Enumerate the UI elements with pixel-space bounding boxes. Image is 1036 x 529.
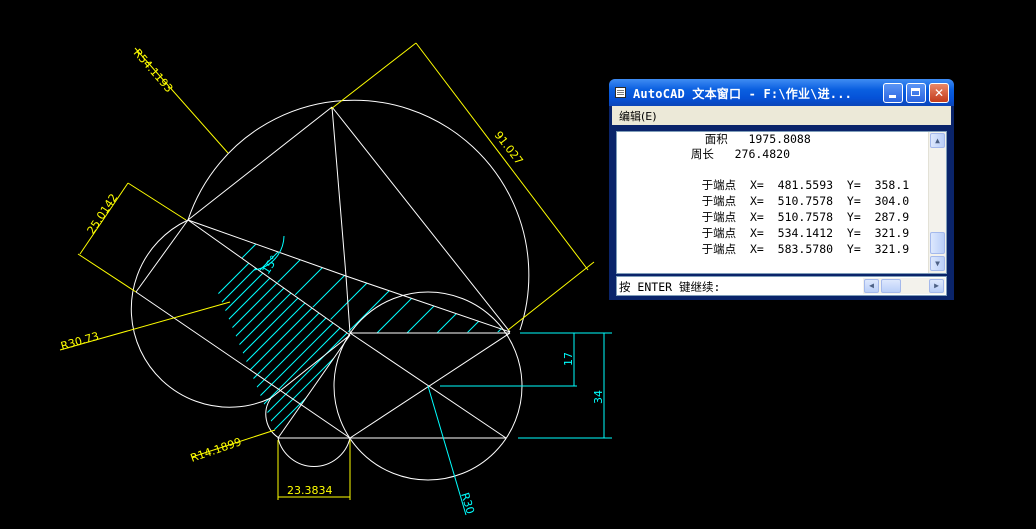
cyan-dimensions (253, 235, 612, 516)
dim-text-23: 23.3834 (287, 484, 333, 497)
window-title: AutoCAD 文本窗口 - F:\作业\进... (633, 87, 853, 101)
perimeter-line: 周长 276.4820 (677, 147, 791, 161)
vertical-scrollbar[interactable]: ▲ ▼ (928, 132, 946, 273)
hatch-pattern (188, 220, 510, 438)
endpoint-line: 于端点 X= 534.1412 Y= 321.9 (667, 226, 910, 240)
dim-text-17: 17 (562, 352, 575, 366)
scroll-thumb[interactable] (930, 232, 945, 254)
close-icon: ✕ (933, 86, 945, 100)
text-window-icon[interactable] (615, 87, 626, 98)
scroll-right-button[interactable]: ▶ (929, 279, 944, 293)
scroll-left-button[interactable]: ◀ (864, 279, 879, 293)
bottom-small-arc (277, 437, 351, 467)
close-button[interactable]: ✕ (929, 83, 949, 103)
menu-bar: 编辑(E) (612, 106, 951, 125)
title-bar[interactable]: AutoCAD 文本窗口 - F:\作业\进... ✕ (609, 79, 954, 106)
horizontal-scrollbar[interactable]: ◀ ▶ (863, 278, 945, 294)
minimize-icon (889, 95, 896, 98)
scroll-up-button[interactable]: ▲ (930, 133, 945, 148)
endpoint-line: 于端点 X= 583.5780 Y= 321.9 (667, 242, 910, 256)
dim-text-r54: R54.1193 (131, 46, 176, 95)
arrow-up-icon: ▲ (935, 136, 940, 145)
dim-text-r30: R30 (458, 491, 477, 515)
minimize-button[interactable] (883, 83, 903, 103)
arrow-down-icon: ▼ (935, 259, 940, 268)
maximize-icon (911, 88, 920, 96)
menu-edit[interactable]: 编辑(E) (619, 108, 657, 124)
dim-text-34: 34 (592, 390, 605, 404)
command-line[interactable]: 按 ENTER 键继续: ◀ ▶ (616, 276, 947, 296)
large-arc (187, 99, 530, 331)
dim-text-91: 91.027 (492, 129, 526, 167)
text-window[interactable]: AutoCAD 文本窗口 - F:\作业\进... ✕ 编辑(E) 面积 197… (609, 79, 954, 300)
endpoint-line: 于端点 X= 481.5593 Y= 358.1 (667, 178, 910, 192)
dim-text-r14: R14.1899 (189, 435, 243, 465)
area-line: 面积 1975.8088 (677, 132, 811, 146)
command-prompt: 按 ENTER 键继续: (619, 280, 721, 294)
dim-text-r30-73: R30.73 (59, 330, 100, 353)
text-history[interactable]: 面积 1975.8088 周长 276.4820 于端点 X= 481.5593… (616, 131, 947, 274)
horizontal-scroll-thumb[interactable] (881, 279, 901, 293)
dim-text-25: 25.0142 (85, 191, 121, 236)
endpoint-line: 于端点 X= 510.7578 Y= 304.0 (667, 194, 910, 208)
left-circle-arc (130, 219, 272, 408)
maximize-button[interactable] (906, 83, 926, 103)
arrow-right-icon: ▶ (934, 281, 939, 290)
arrow-left-icon: ◀ (869, 281, 874, 290)
scroll-down-button[interactable]: ▼ (930, 256, 945, 271)
endpoint-line: 于端点 X= 510.7578 Y= 287.9 (667, 210, 910, 224)
